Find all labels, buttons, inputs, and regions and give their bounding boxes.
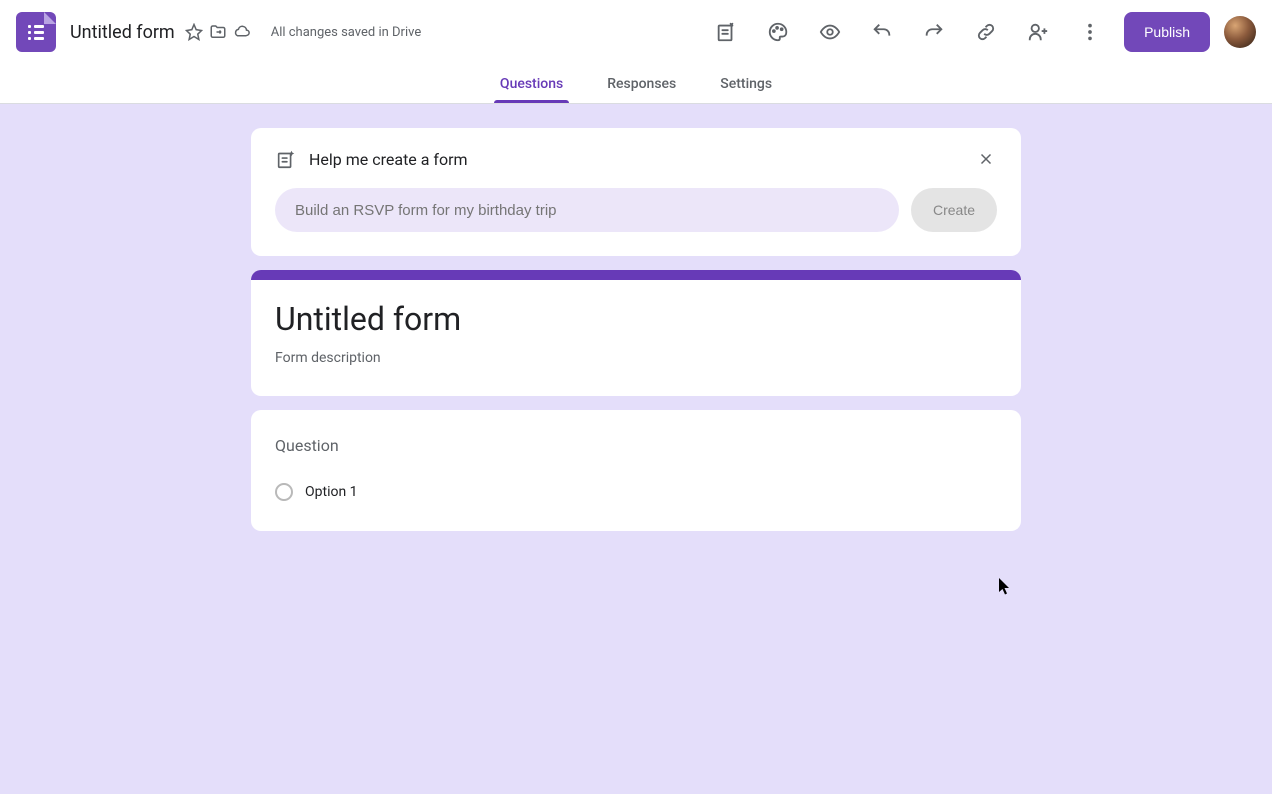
question-card[interactable]: Question Option 1 — [251, 410, 1021, 531]
option-label-input[interactable]: Option 1 — [305, 484, 358, 500]
move-folder-icon[interactable] — [207, 21, 229, 43]
form-title-input[interactable]: Untitled form — [275, 300, 997, 338]
palette-icon[interactable] — [766, 20, 790, 44]
addon-icon[interactable] — [714, 20, 738, 44]
ai-create-button[interactable]: Create — [911, 188, 997, 232]
radio-icon — [275, 483, 293, 501]
cloud-saved-icon[interactable] — [231, 21, 253, 43]
tab-settings[interactable]: Settings — [716, 64, 776, 103]
undo-icon[interactable] — [870, 20, 894, 44]
ai-prompt-input[interactable] — [275, 188, 899, 232]
close-icon[interactable] — [975, 148, 997, 170]
forms-logo-icon[interactable] — [16, 12, 56, 52]
link-icon[interactable] — [974, 20, 998, 44]
save-status-text: All changes saved in Drive — [271, 25, 422, 40]
form-description-input[interactable]: Form description — [275, 350, 997, 366]
question-title-input[interactable]: Question — [275, 436, 997, 455]
redo-icon[interactable] — [922, 20, 946, 44]
form-canvas: Help me create a form Create Untitled fo… — [0, 104, 1272, 794]
ai-helper-title: Help me create a form — [309, 150, 963, 169]
document-title[interactable]: Untitled form — [70, 22, 175, 43]
account-avatar[interactable] — [1224, 16, 1256, 48]
main-tabs: Questions Responses Settings — [0, 64, 1272, 104]
publish-button[interactable]: Publish — [1124, 12, 1210, 52]
form-title-card[interactable]: Untitled form Form description — [251, 270, 1021, 396]
app-header: Untitled form All changes saved in Drive — [0, 0, 1272, 64]
tab-responses[interactable]: Responses — [603, 64, 680, 103]
tab-questions[interactable]: Questions — [496, 64, 567, 103]
more-icon[interactable] — [1078, 20, 1102, 44]
add-collaborator-icon[interactable] — [1026, 20, 1050, 44]
ai-helper-card: Help me create a form Create — [251, 128, 1021, 256]
ai-sparkle-icon — [275, 148, 297, 170]
preview-icon[interactable] — [818, 20, 842, 44]
option-row: Option 1 — [275, 483, 997, 501]
star-icon[interactable] — [183, 21, 205, 43]
